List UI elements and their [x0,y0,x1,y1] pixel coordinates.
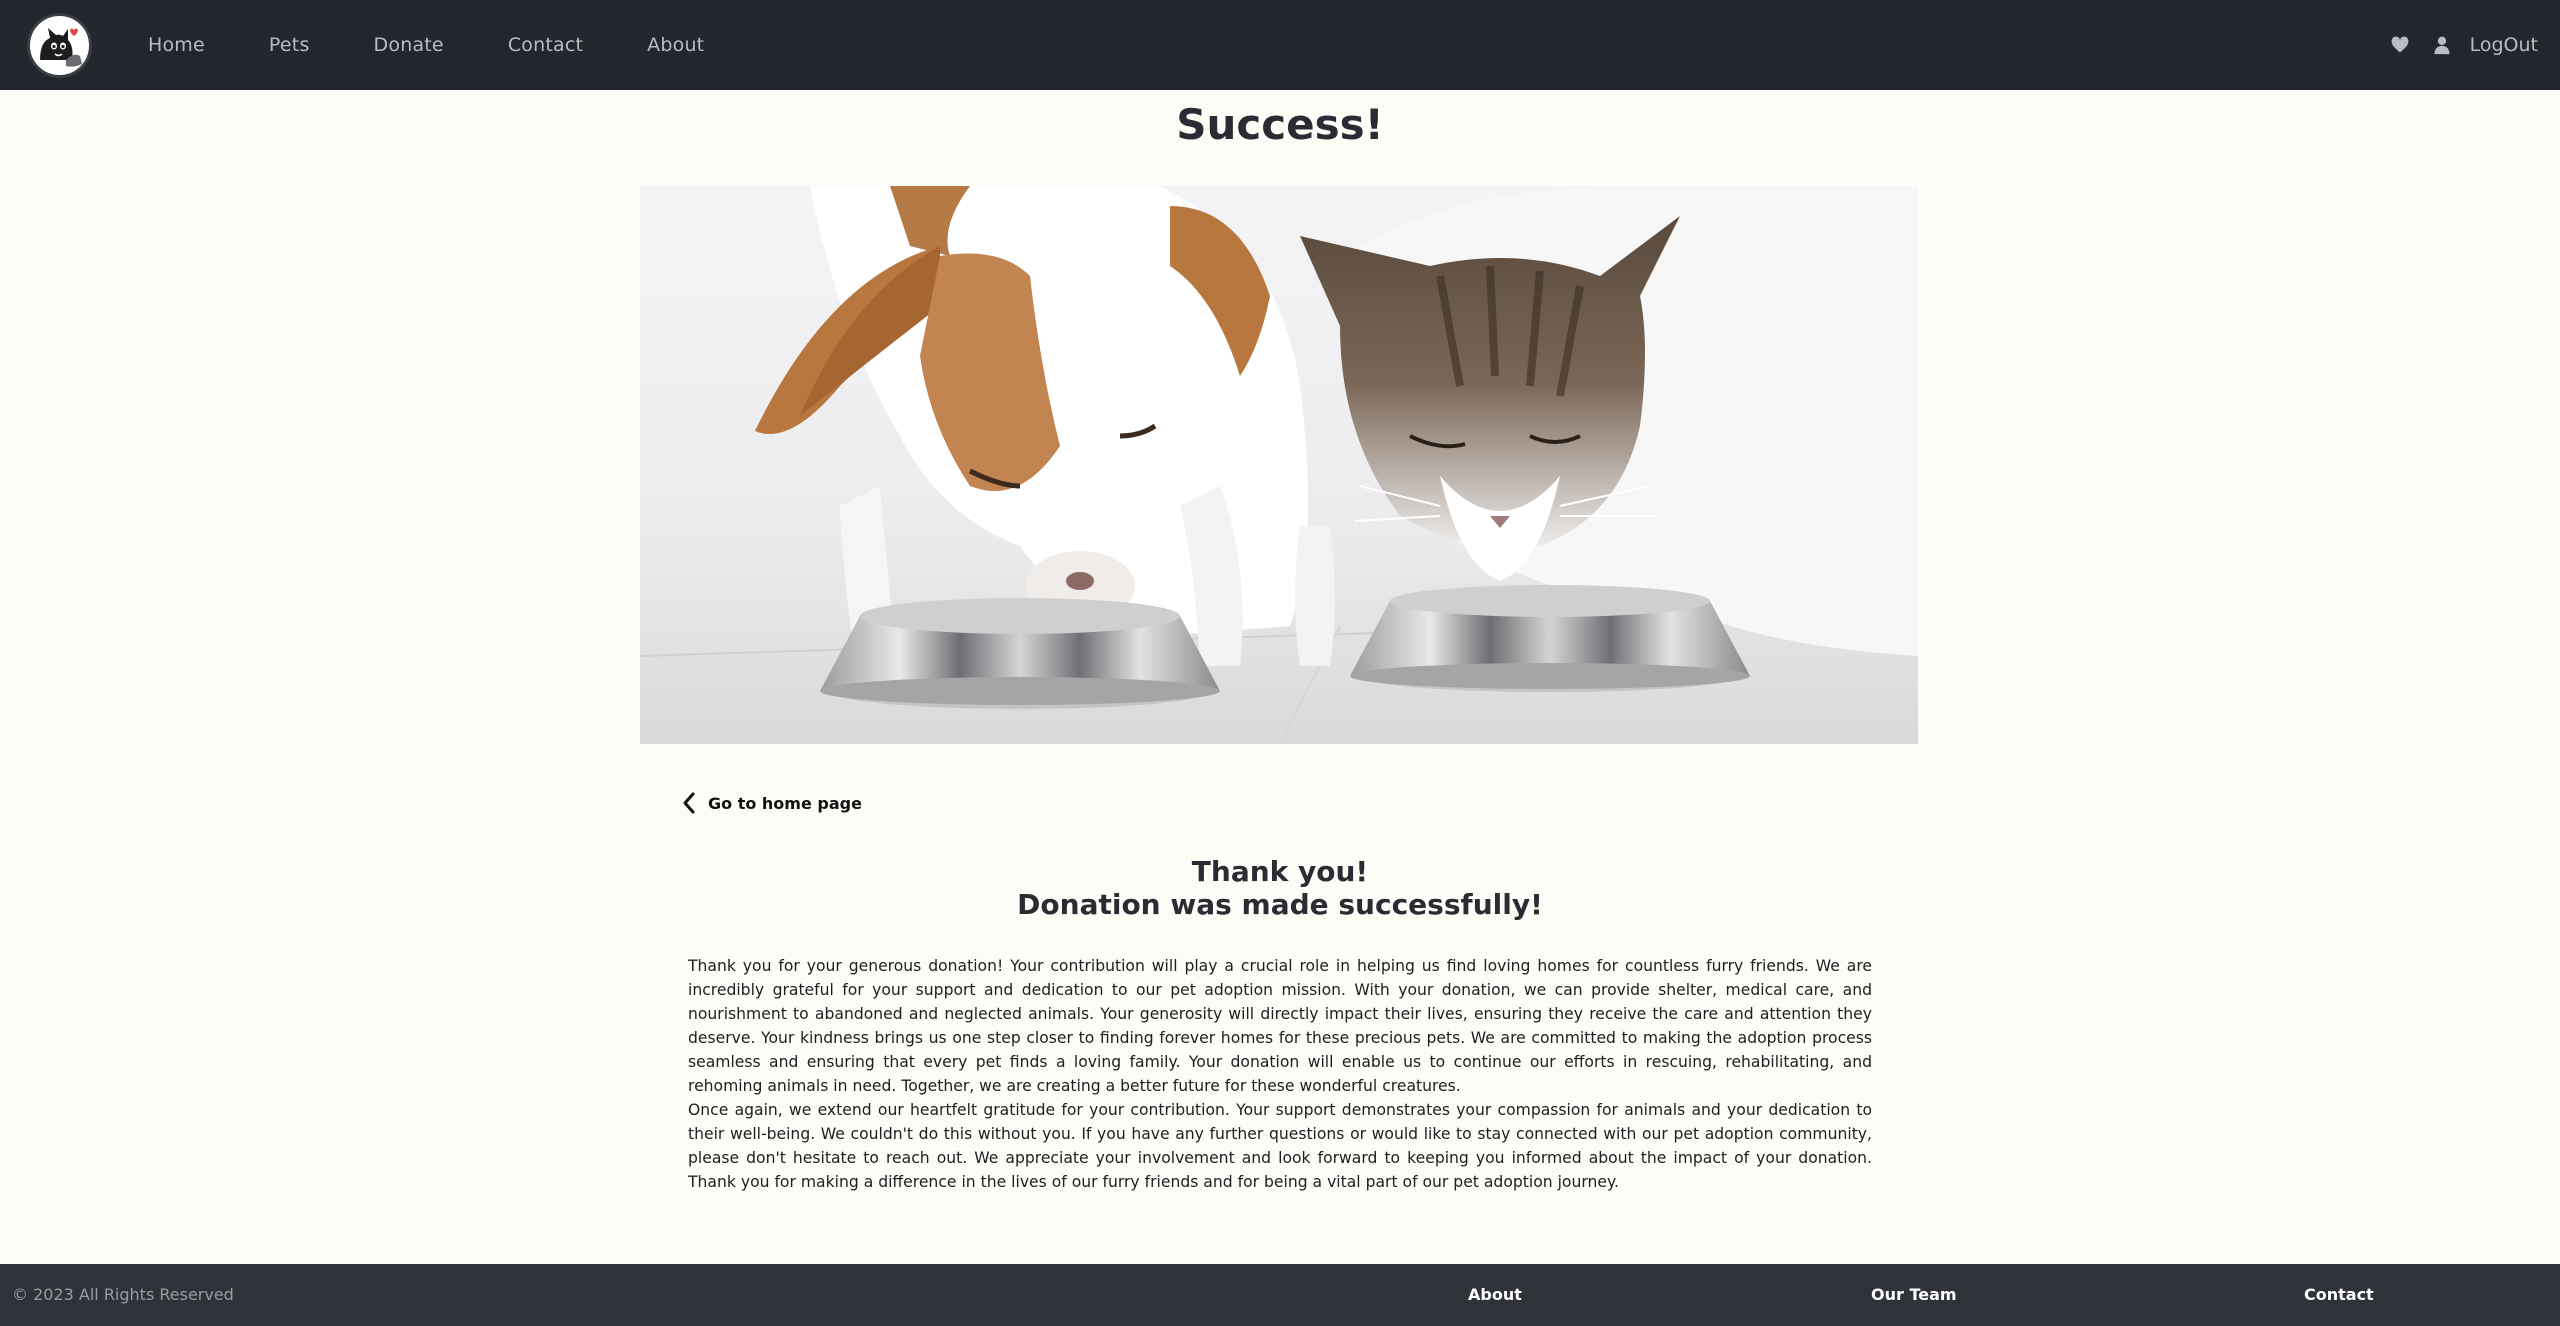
thank-you-heading: Thank you! Donation was made successfull… [0,855,2560,921]
logout-link[interactable]: LogOut [2470,34,2538,56]
site-footer: © 2023 All Rights Reserved About Our Tea… [0,1264,2560,1326]
heart-icon[interactable] [2390,35,2410,55]
cat-dog-logo-icon [30,16,89,75]
main-nav: Home Pets Donate Contact About [148,0,768,90]
nav-pets-link[interactable]: Pets [269,34,310,56]
user-icon[interactable] [2432,35,2452,55]
dog-and-cat-eating-image [640,186,1918,744]
message-paragraph-2: Once again, we extend our heartfelt grat… [688,1101,1872,1191]
page-title: Success! [1176,100,1384,149]
footer-our-team-link[interactable]: Our Team [1871,1264,1957,1326]
donation-success-line: Donation was made successfully! [1017,888,1543,921]
footer-contact-link[interactable]: Contact [2304,1264,2374,1326]
top-navbar: Home Pets Donate Contact About LogOut [0,0,2560,90]
nav-donate-link[interactable]: Donate [374,34,444,56]
back-to-home-link[interactable]: Go to home page [680,792,862,814]
nav-home-link[interactable]: Home [148,34,205,56]
message-paragraph-1: Thank you for your generous donation! Yo… [688,957,1872,1095]
back-link-label: Go to home page [708,793,862,813]
site-logo[interactable] [27,13,92,78]
thank-you-message: Thank you for your generous donation! Yo… [688,954,1872,1194]
thank-you-line: Thank you! [1191,855,1369,888]
footer-about-link[interactable]: About [1468,1264,1522,1326]
nav-user-actions: LogOut [2390,0,2538,90]
hero-image [640,186,1918,744]
copyright-text: © 2023 All Rights Reserved [12,1285,234,1304]
nav-contact-link[interactable]: Contact [508,34,583,56]
chevron-left-icon [683,792,695,814]
nav-about-link[interactable]: About [647,34,704,56]
